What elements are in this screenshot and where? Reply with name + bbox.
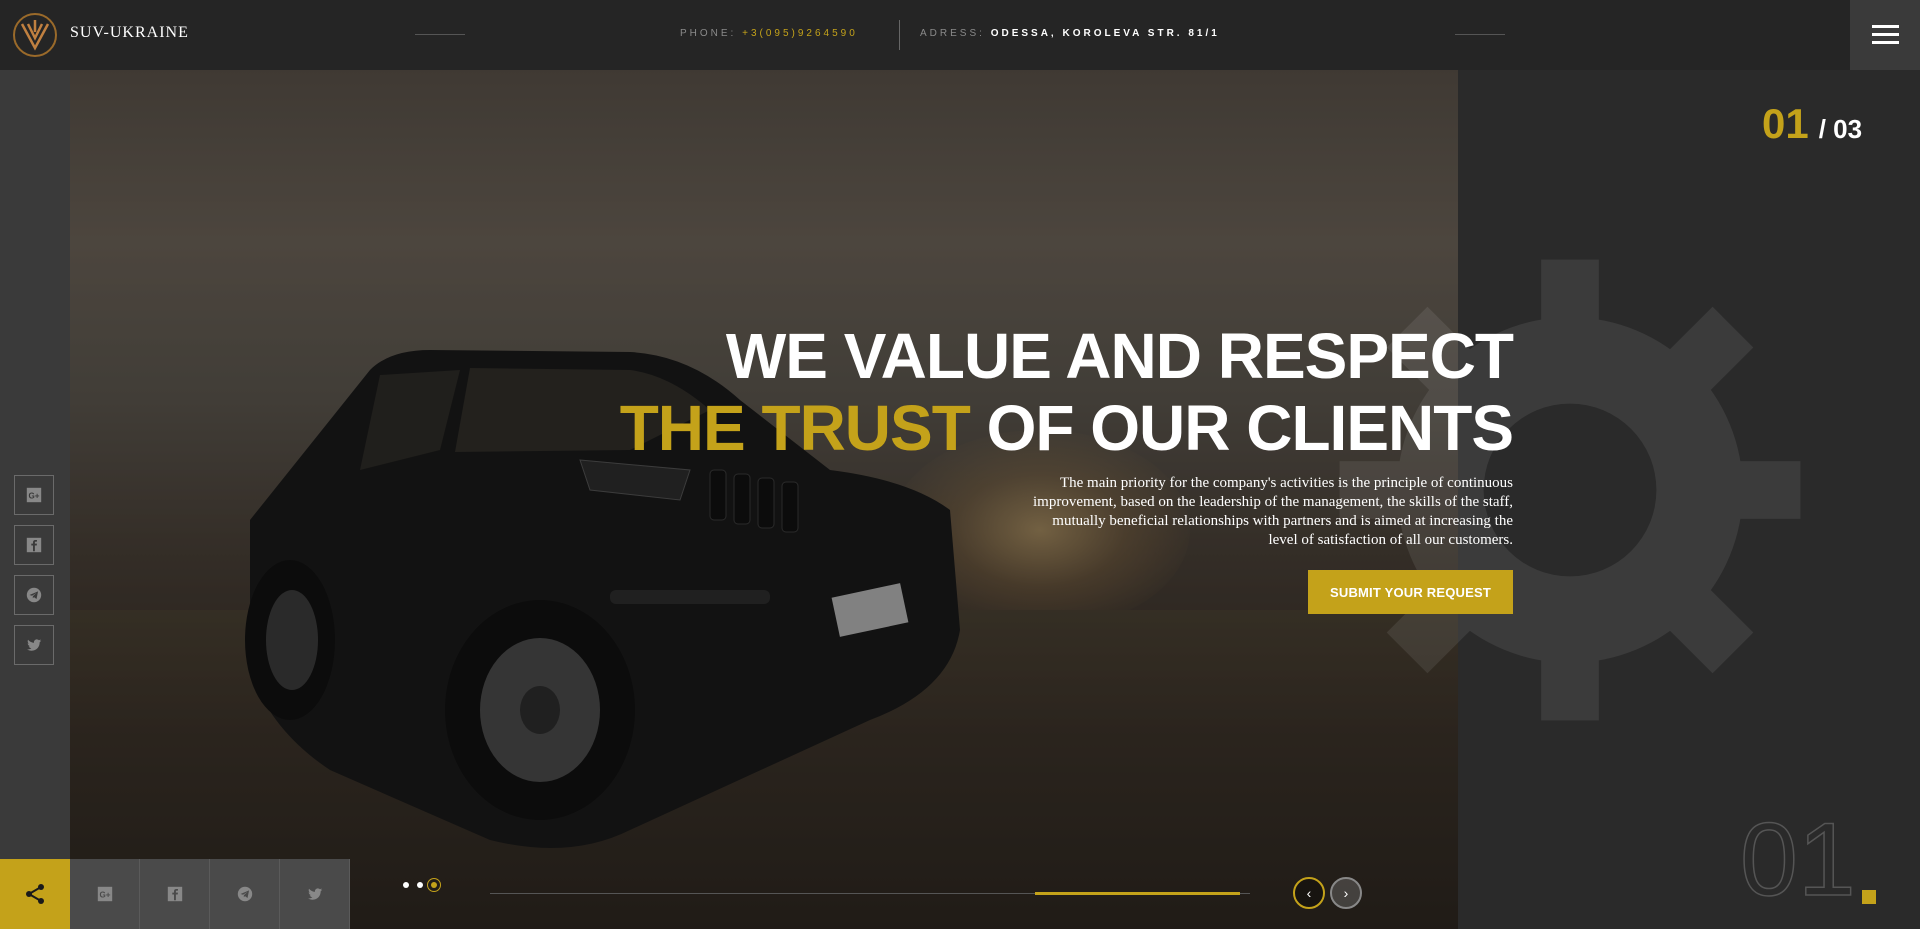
address-contact: ADRESS: ODESSA, KOROLEVA STR. 81/1: [920, 28, 1220, 39]
headline-accent: THE TRUST: [619, 392, 971, 464]
telegram-icon: [26, 587, 42, 603]
hero-headline: WE VALUE AND RESPECT THE TRUST OF OUR CL…: [619, 320, 1514, 464]
google-plus-icon: G+: [26, 487, 42, 503]
google-plus-icon: G+: [97, 886, 112, 902]
headline-line-2-rest: OF OUR CLIENTS: [969, 392, 1514, 464]
slide-counter: 01 / 03: [1762, 100, 1862, 148]
slide-progress-track: [490, 892, 1250, 895]
left-rail: G+: [0, 70, 70, 859]
rail-twitter-button[interactable]: [14, 625, 54, 665]
submit-request-button[interactable]: SUBMIT YOUR REQUEST: [1308, 570, 1513, 614]
slide-big-number: 01: [1739, 802, 1856, 918]
arrow-right-icon: ›: [1343, 885, 1349, 901]
arrow-left-icon: ‹: [1306, 885, 1312, 901]
logo-emblem-icon: [13, 13, 57, 57]
twitter-icon: [307, 888, 322, 900]
contact-separator: [899, 20, 900, 50]
address-value: ODESSA, KOROLEVA STR. 81/1: [990, 28, 1220, 39]
facebook-icon: [167, 886, 182, 902]
logo[interactable]: [12, 12, 58, 58]
share-google-plus-button[interactable]: G+: [70, 859, 140, 929]
slide-dot-active[interactable]: [427, 878, 441, 892]
header: SUV-UKRAINE PHONE: +3(095)9264590 ADRESS…: [0, 0, 1920, 70]
menu-button[interactable]: [1850, 0, 1920, 70]
share-icon: [26, 884, 44, 904]
hamburger-icon-bar: [1872, 41, 1899, 44]
slide-dot-1[interactable]: [403, 882, 409, 888]
twitter-icon: [27, 639, 42, 651]
accent-square: [1862, 890, 1876, 904]
facebook-icon: [26, 537, 42, 553]
svg-text:G+: G+: [99, 891, 110, 900]
slide-current: 01: [1762, 100, 1809, 147]
headline-line-1: WE VALUE AND RESPECT: [725, 320, 1514, 392]
share-button[interactable]: [0, 859, 70, 929]
slide-prev-button[interactable]: ‹: [1293, 877, 1325, 909]
rail-facebook-button[interactable]: [14, 525, 54, 565]
headline-line-2: THE TRUST OF OUR CLIENTS: [619, 392, 1514, 464]
share-twitter-button[interactable]: [280, 859, 350, 929]
rail-google-plus-button[interactable]: G+: [14, 475, 54, 515]
rail-telegram-button[interactable]: [14, 575, 54, 615]
header-divider-right: [1455, 34, 1505, 35]
slide-dot-2[interactable]: [417, 882, 423, 888]
brand-name[interactable]: SUV-UKRAINE: [70, 24, 189, 42]
hero-description: The main priority for the company's acti…: [1032, 475, 1513, 548]
hamburger-icon: [1872, 25, 1899, 28]
svg-text:G+: G+: [28, 492, 39, 501]
address-label: ADRESS:: [920, 28, 985, 39]
telegram-icon: [237, 886, 252, 902]
phone-label: PHONE:: [680, 28, 737, 39]
header-divider-left: [415, 34, 465, 35]
hamburger-icon-bar: [1872, 33, 1899, 36]
phone-link[interactable]: +3(095)9264590: [742, 28, 858, 39]
slide-next-button[interactable]: ›: [1330, 877, 1362, 909]
share-facebook-button[interactable]: [140, 859, 210, 929]
page: SUV-UKRAINE PHONE: +3(095)9264590 ADRESS…: [0, 0, 1920, 929]
phone-contact: PHONE: +3(095)9264590: [680, 28, 858, 39]
slide-progress-fill: [1035, 892, 1240, 895]
slide-total: / 03: [1818, 114, 1863, 144]
share-telegram-button[interactable]: [210, 859, 280, 929]
